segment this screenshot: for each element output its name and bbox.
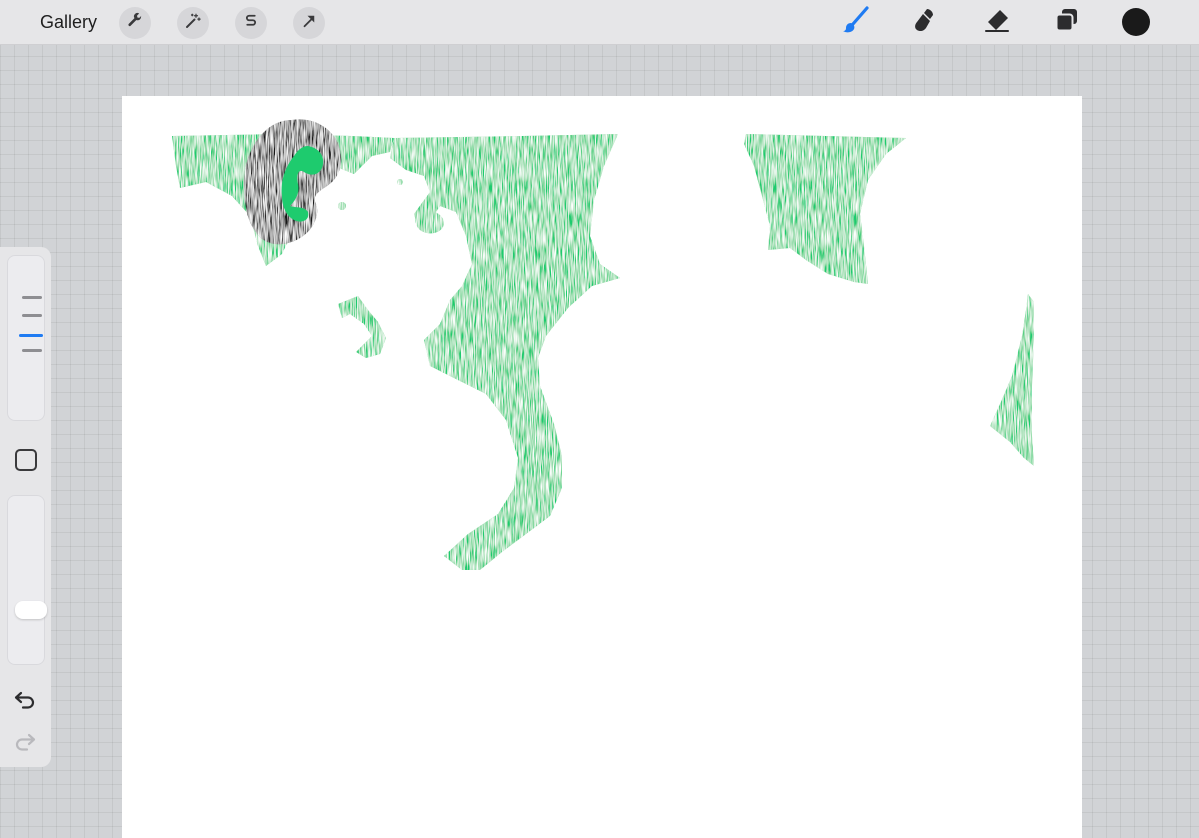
gallery-button[interactable]: Gallery [40, 10, 97, 34]
redo-button[interactable] [13, 729, 37, 753]
selection-button[interactable] [235, 7, 267, 39]
transform-arrow-icon [300, 12, 318, 35]
green-region-central [390, 134, 620, 570]
redo-arrow-icon [13, 733, 37, 757]
magic-wand-icon [184, 12, 202, 35]
smudge-tool-button[interactable] [910, 7, 940, 37]
eraser-icon [983, 6, 1011, 39]
layers-button[interactable] [1052, 7, 1082, 37]
undo-arrow-icon [13, 691, 37, 715]
size-tick [22, 349, 42, 352]
green-dot-2 [338, 202, 346, 210]
size-tick [22, 296, 42, 299]
green-region-small-blob [415, 210, 444, 234]
brush-size-slider[interactable] [7, 255, 45, 421]
layers-icon [1053, 6, 1081, 39]
green-region-hook [338, 296, 386, 358]
drawing-canvas[interactable] [122, 96, 1082, 838]
artwork [172, 119, 1034, 570]
eraser-tool-button[interactable] [982, 7, 1012, 37]
left-sidebar [0, 247, 51, 767]
wrench-icon [126, 12, 144, 35]
undo-button[interactable] [13, 687, 37, 711]
green-region-top-right [744, 134, 906, 284]
brush-icon [841, 5, 869, 39]
top-toolbar: Gallery [0, 0, 1199, 45]
smudge-icon [911, 6, 939, 39]
adjustments-button[interactable] [177, 7, 209, 39]
green-dot-1 [397, 179, 403, 185]
brush-opacity-slider[interactable] [7, 495, 47, 665]
opacity-slider-handle[interactable] [15, 601, 47, 619]
size-tick [22, 314, 42, 317]
actions-button[interactable] [119, 7, 151, 39]
transform-button[interactable] [293, 7, 325, 39]
green-region-right-shard [990, 294, 1034, 466]
size-slider-indicator[interactable] [19, 334, 43, 337]
color-picker-button[interactable] [1122, 8, 1150, 36]
modify-button[interactable] [15, 449, 37, 471]
brush-tool-button[interactable] [840, 5, 870, 39]
selection-s-icon [242, 12, 260, 35]
